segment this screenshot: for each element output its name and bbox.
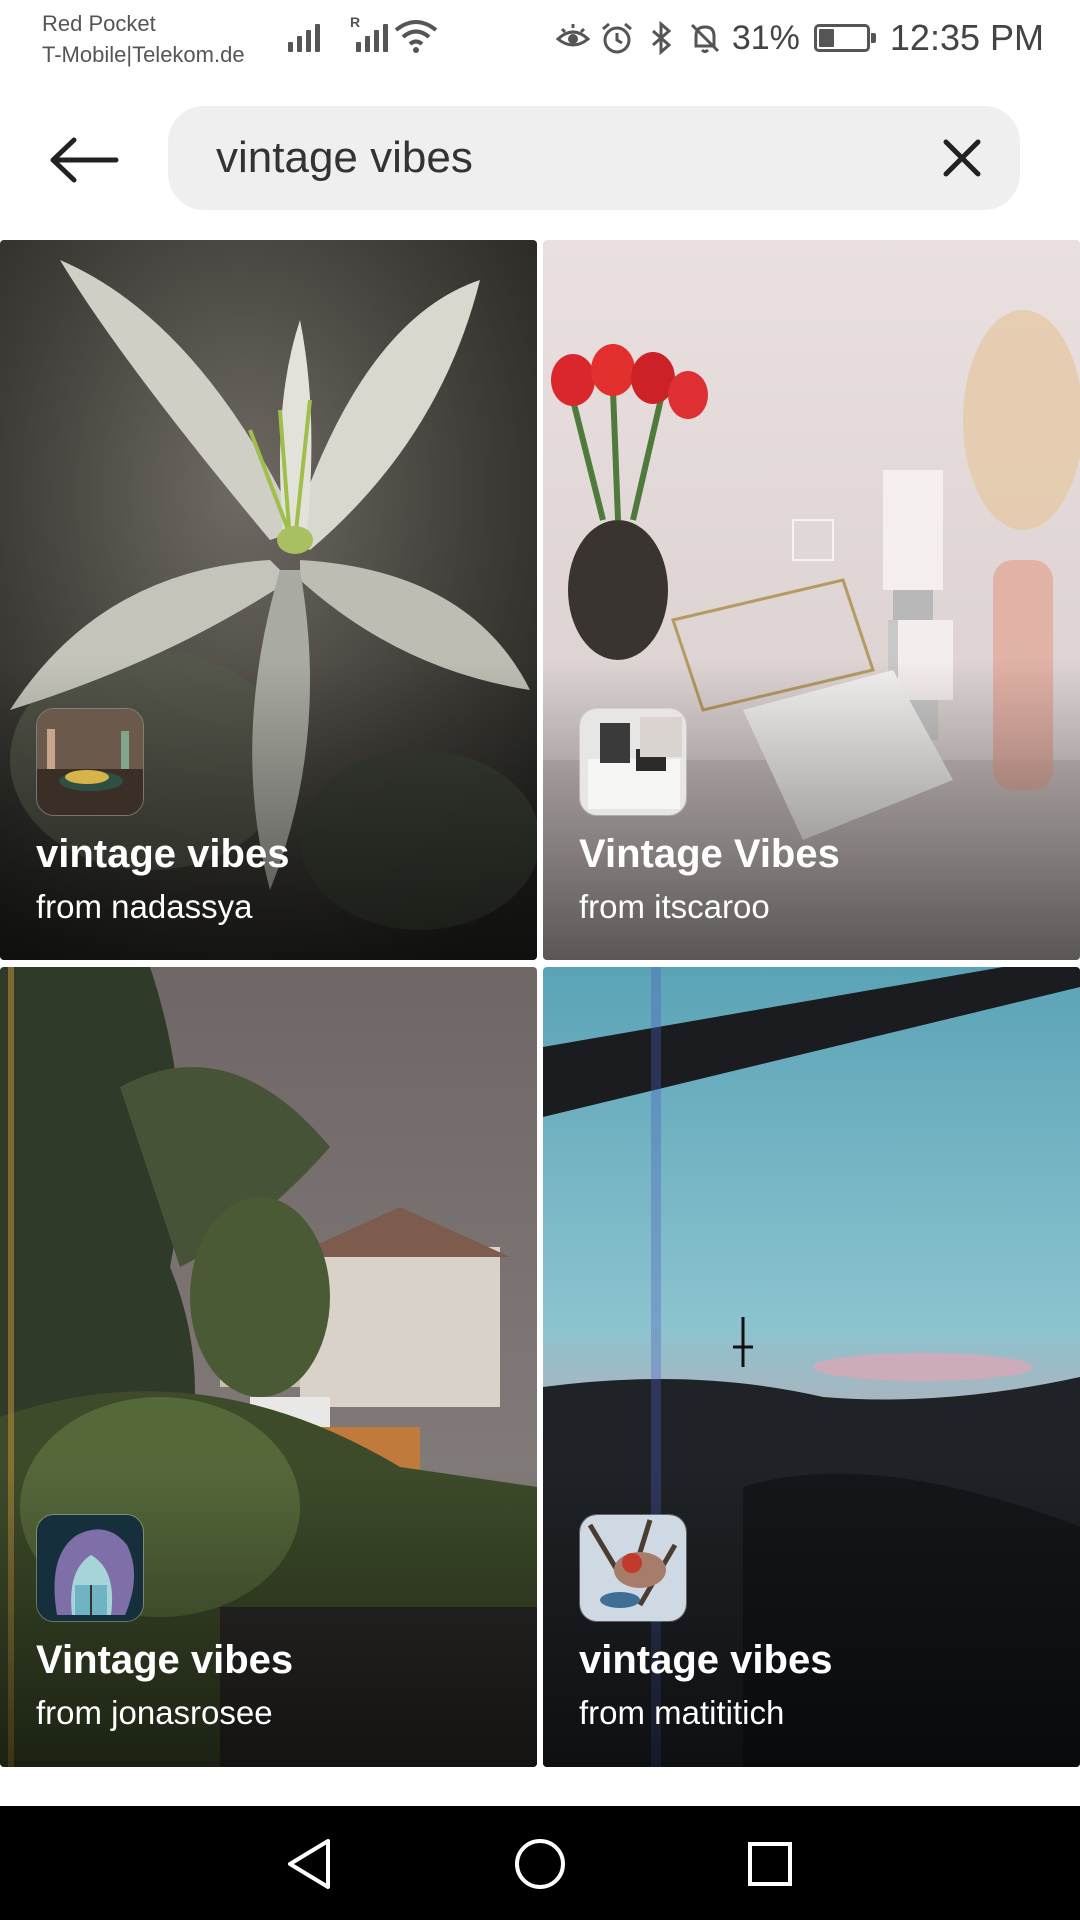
nav-recents-button[interactable] [738, 1832, 802, 1896]
bluetooth-icon [651, 21, 672, 55]
board-thumbnail [36, 1514, 144, 1622]
signal-icon [288, 22, 320, 52]
arrow-left-icon [50, 137, 119, 183]
board-thumbnail [579, 708, 687, 816]
result-card[interactable]: Vintage Vibes from itscaroo [543, 240, 1080, 960]
wifi-icon [394, 20, 438, 53]
system-nav-bar [0, 1806, 1080, 1920]
battery-saver-icon [813, 24, 876, 52]
battery-fill [818, 29, 835, 47]
carrier-info: Red Pocket T-Mobile|Telekom.de [42, 8, 245, 70]
board-author: from matititich [579, 1694, 785, 1731]
recents-square-icon [748, 1842, 792, 1886]
mute-icon [690, 23, 719, 53]
back-button[interactable] [36, 122, 132, 198]
results-grid: vintage vibes from nadassya Vintage Vibe… [0, 240, 1080, 1806]
status-bar: Red Pocket T-Mobile|Telekom.de R 31% 12:… [0, 0, 1080, 78]
nav-home-button[interactable] [508, 1832, 572, 1896]
board-title: vintage vibes [579, 1638, 833, 1682]
search-header [0, 78, 1080, 240]
back-triangle-icon [288, 1839, 330, 1889]
search-box [168, 106, 1020, 210]
home-circle-icon [515, 1839, 565, 1889]
clear-search-button[interactable] [930, 126, 994, 190]
board-title: vintage vibes [36, 832, 290, 876]
carrier-network: T-Mobile|Telekom.de [42, 42, 245, 67]
board-title: Vintage Vibes [579, 832, 840, 876]
nav-back-button[interactable] [277, 1832, 341, 1896]
result-card[interactable]: vintage vibes from nadassya [0, 240, 537, 960]
eye-comfort-icon [555, 24, 590, 47]
alarm-icon [601, 22, 632, 54]
board-author: from itscaroo [579, 888, 770, 925]
result-card[interactable]: Vintage vibes from jonasrosee [0, 967, 537, 1767]
board-thumbnail [579, 1514, 687, 1622]
battery-percent: 31% [731, 18, 800, 57]
board-title: Vintage vibes [36, 1638, 294, 1682]
search-input[interactable] [216, 106, 896, 210]
roaming-signal-icon [356, 22, 388, 52]
board-author: from jonasrosee [36, 1694, 273, 1731]
board-author: from nadassya [36, 888, 253, 925]
board-thumbnail [36, 708, 144, 816]
result-card[interactable]: vintage vibes from matititich [543, 967, 1080, 1767]
clock: 12:35 PM [889, 17, 1044, 58]
close-icon [943, 139, 981, 177]
carrier-name: Red Pocket [42, 11, 156, 36]
status-icons: 31% 12:35 PM [555, 14, 1044, 62]
